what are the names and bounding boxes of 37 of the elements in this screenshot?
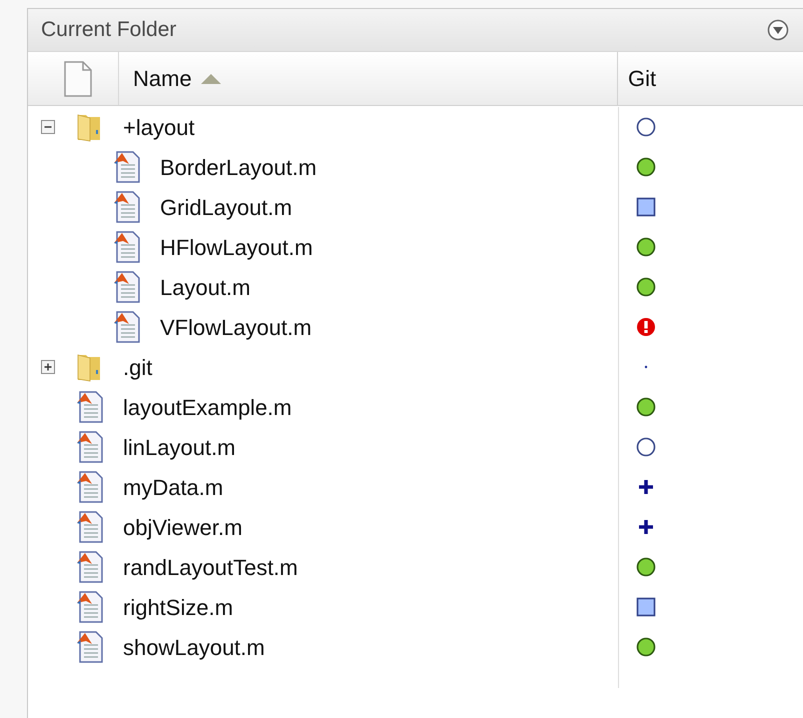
column-label: Git [628, 65, 656, 93]
file-name[interactable]: randLayoutTest.m [123, 550, 298, 584]
file-name[interactable]: Layout.m [160, 270, 250, 304]
panel-title: Current Folder [41, 17, 176, 44]
file-name[interactable]: GridLayout.m [160, 190, 292, 224]
column-header[interactable]: Name [119, 52, 618, 105]
script-file-icon [113, 151, 141, 183]
folder-icon [76, 352, 102, 382]
script-file-icon [76, 551, 104, 583]
script-file-icon [76, 431, 104, 463]
file-name[interactable]: objViewer.m [123, 510, 242, 544]
collapse-icon[interactable] [41, 120, 55, 134]
script-file-icon [76, 591, 104, 623]
column-label: Name [133, 65, 192, 93]
script-file-icon [113, 271, 141, 303]
file-name[interactable]: rightSize.m [123, 590, 234, 624]
script-file-icon [76, 511, 104, 543]
script-file-icon [113, 311, 141, 343]
column-header[interactable]: Git [618, 52, 803, 105]
file-name[interactable]: HFlowLayout.m [160, 230, 313, 264]
folder-name[interactable]: +layout [123, 110, 195, 144]
script-file-icon [113, 231, 141, 263]
expand-icon[interactable] [41, 360, 55, 374]
folder-name[interactable]: .git [123, 350, 152, 384]
file-name[interactable]: myData.m [123, 470, 224, 504]
file-name[interactable]: layoutExample.m [123, 390, 292, 424]
file-name[interactable]: BorderLayout.m [160, 150, 317, 184]
file-name[interactable]: showLayout.m [123, 630, 265, 664]
script-file-icon [76, 471, 104, 503]
dropdown-icon[interactable] [767, 19, 789, 41]
folder-icon [76, 112, 102, 142]
file-name[interactable]: linLayout.m [123, 430, 236, 464]
file-name[interactable]: VFlowLayout.m [160, 310, 312, 344]
page-icon [64, 60, 92, 96]
script-file-icon [113, 191, 141, 223]
script-file-icon [76, 631, 104, 663]
script-file-icon [76, 391, 104, 423]
